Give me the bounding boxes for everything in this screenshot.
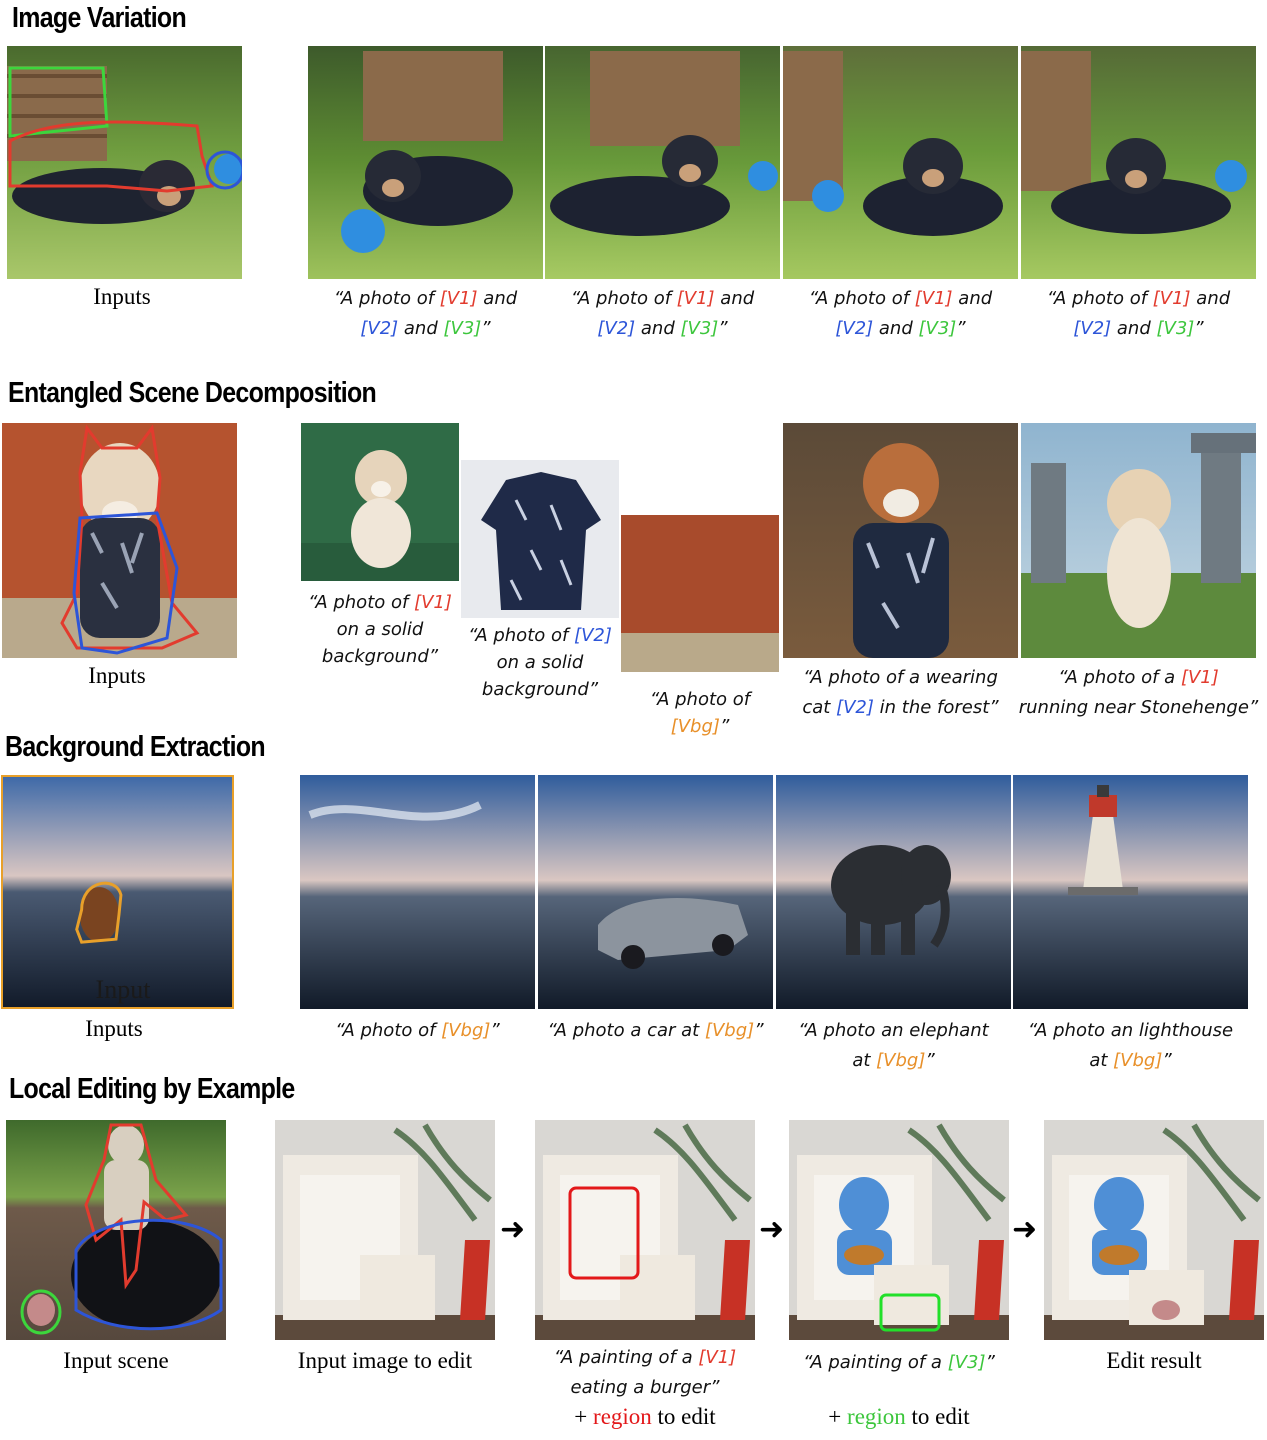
decomposition-caption-3: “A photo of [Vbg]” (649, 689, 751, 737)
decomposition-output-shirt (461, 460, 619, 618)
variation-output-2 (545, 46, 780, 279)
editing-caption-2: “A painting of a [V3]” (803, 1352, 995, 1373)
section-title-local-editing: Local Editing by Example (9, 1073, 295, 1105)
background-output-elephant (776, 775, 1011, 1009)
variation-output-1 (308, 46, 543, 279)
decomposition-caption-5: “A photo of a [V1] running near Stoneheng… (1018, 667, 1259, 718)
background-caption-1: “A photo of [Vbg]” (335, 1020, 500, 1041)
variation-caption-3: “A photo of [V1] and [V2] and [V3]” (808, 288, 993, 339)
editing-input-image (275, 1120, 495, 1340)
editing-step-1 (535, 1120, 755, 1340)
section-title-image-variation: Image Variation (12, 2, 187, 34)
background-output-1 (300, 775, 535, 1009)
variation-caption-4: “A photo of [V1] and [V2] and [V3]” (1046, 288, 1231, 339)
variation-caption-1: “A photo of [V1] and [V2] and [V3]” (333, 288, 518, 339)
background-input-overlay-text: Input (95, 975, 151, 1004)
decomposition-output-cat (783, 423, 1018, 658)
editing-region-note-2: + region to edit (828, 1404, 970, 1429)
decomposition-inputs-label: Inputs (88, 663, 146, 688)
background-output-lighthouse (1013, 775, 1248, 1009)
editing-step-2 (789, 1120, 1009, 1340)
arrow-right-icon: ➜ (1012, 1212, 1038, 1247)
editing-region-note-1: + region to edit (574, 1404, 716, 1429)
background-caption-3: “A photo an elephant at [Vbg]” (798, 1020, 989, 1071)
arrow-right-icon: ➜ (759, 1212, 785, 1247)
decomposition-output-dog (301, 423, 459, 581)
background-caption-2: “A photo a car at [Vbg]” (547, 1020, 764, 1041)
editing-input-scene-label: Input scene (63, 1348, 169, 1373)
background-inputs-label: Inputs (85, 1016, 143, 1041)
section-title-scene-decomposition: Entangled Scene Decomposition (8, 377, 377, 409)
editing-input-scene (6, 1120, 226, 1340)
variation-caption-2: “A photo of [V1] and [V2] and [V3]” (570, 288, 755, 339)
editing-result-label: Edit result (1106, 1348, 1202, 1373)
variation-input-image (7, 46, 242, 279)
decomposition-input-image (2, 423, 237, 658)
decomposition-output-background (621, 515, 779, 672)
arrow-right-icon: ➜ (500, 1212, 526, 1247)
variation-output-3 (783, 46, 1018, 279)
editing-input-image-label: Input image to edit (297, 1348, 473, 1373)
editing-result (1044, 1120, 1264, 1340)
editing-caption-1: “A painting of a [V1] eating a burger” (553, 1347, 737, 1398)
background-output-car (538, 775, 773, 1009)
background-input-image: Input (1, 775, 234, 1009)
background-caption-4: “A photo an lighthouse at [Vbg]” (1027, 1020, 1234, 1071)
variation-output-4 (1021, 46, 1256, 279)
decomposition-caption-4: “A photo of a wearing cat [V2] in the for… (802, 667, 999, 718)
decomposition-output-stonehenge (1021, 423, 1256, 658)
section-title-background-extraction: Background Extraction (5, 731, 266, 763)
variation-inputs-label: Inputs (93, 284, 151, 309)
